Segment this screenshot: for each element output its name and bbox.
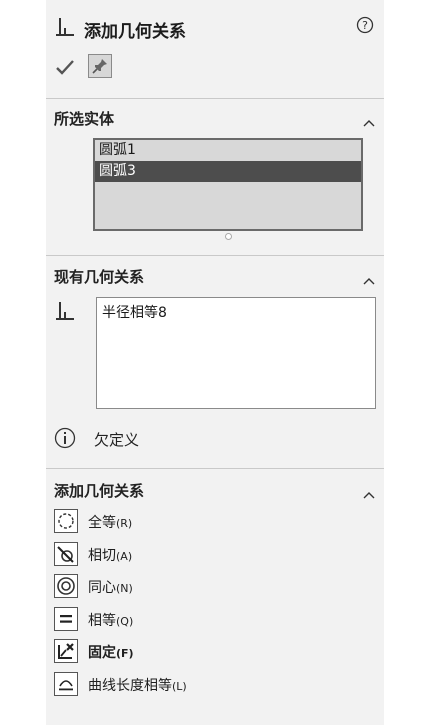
equal-curve-length-icon	[54, 671, 78, 696]
tangent-icon	[54, 541, 78, 566]
selected-entities-title: 所选实体	[54, 110, 115, 128]
perpendicular-relation-icon	[54, 300, 76, 322]
relation-label: 相切(A)	[88, 547, 133, 564]
section-divider	[46, 98, 384, 99]
equal-icon	[54, 606, 78, 631]
pin-button[interactable]	[88, 54, 112, 78]
svg-text:?: ?	[362, 19, 368, 32]
fix-icon	[54, 639, 78, 664]
help-icon[interactable]: ?	[356, 16, 374, 34]
ok-checkmark-button[interactable]	[54, 56, 76, 78]
existing-relations-title: 现有几何关系	[54, 268, 145, 286]
collapse-chevron-icon[interactable]	[362, 113, 376, 127]
collapse-chevron-icon[interactable]	[362, 485, 376, 499]
selected-entities-list[interactable]: 圆弧1 圆弧3	[93, 138, 363, 231]
list-resize-handle[interactable]	[225, 233, 232, 240]
panel-title: 添加几何关系	[84, 22, 186, 42]
relation-label: 全等(R)	[88, 515, 133, 531]
relation-label: 同心(N)	[88, 580, 133, 597]
info-icon	[54, 427, 76, 449]
panel-header: 添加几何关系 ?	[54, 14, 376, 42]
existing-relations-list[interactable]: 半径相等8	[96, 297, 376, 409]
section-divider	[46, 255, 384, 256]
concentric-icon	[54, 574, 78, 599]
relation-label: 相等(Q)	[88, 612, 134, 629]
status-text: 欠定义	[94, 431, 140, 449]
pushpin-icon	[92, 59, 107, 74]
relation-label: 固定(F)	[88, 645, 134, 662]
list-item[interactable]: 半径相等8	[97, 298, 375, 322]
relation-label: 曲线长度相等(L)	[88, 677, 187, 694]
add-relations-title: 添加几何关系	[54, 482, 145, 500]
list-item-selected[interactable]: 圆弧3	[95, 161, 361, 182]
coradial-icon	[54, 509, 78, 533]
perpendicular-relation-icon	[54, 16, 76, 38]
collapse-chevron-icon[interactable]	[362, 271, 376, 285]
list-item[interactable]: 圆弧1	[95, 140, 361, 161]
section-divider	[46, 468, 384, 469]
property-manager-panel: 添加几何关系 ? 所选实体 圆弧1 圆弧3 现有几何关系 半径相等8 欠定义 添…	[46, 0, 384, 725]
